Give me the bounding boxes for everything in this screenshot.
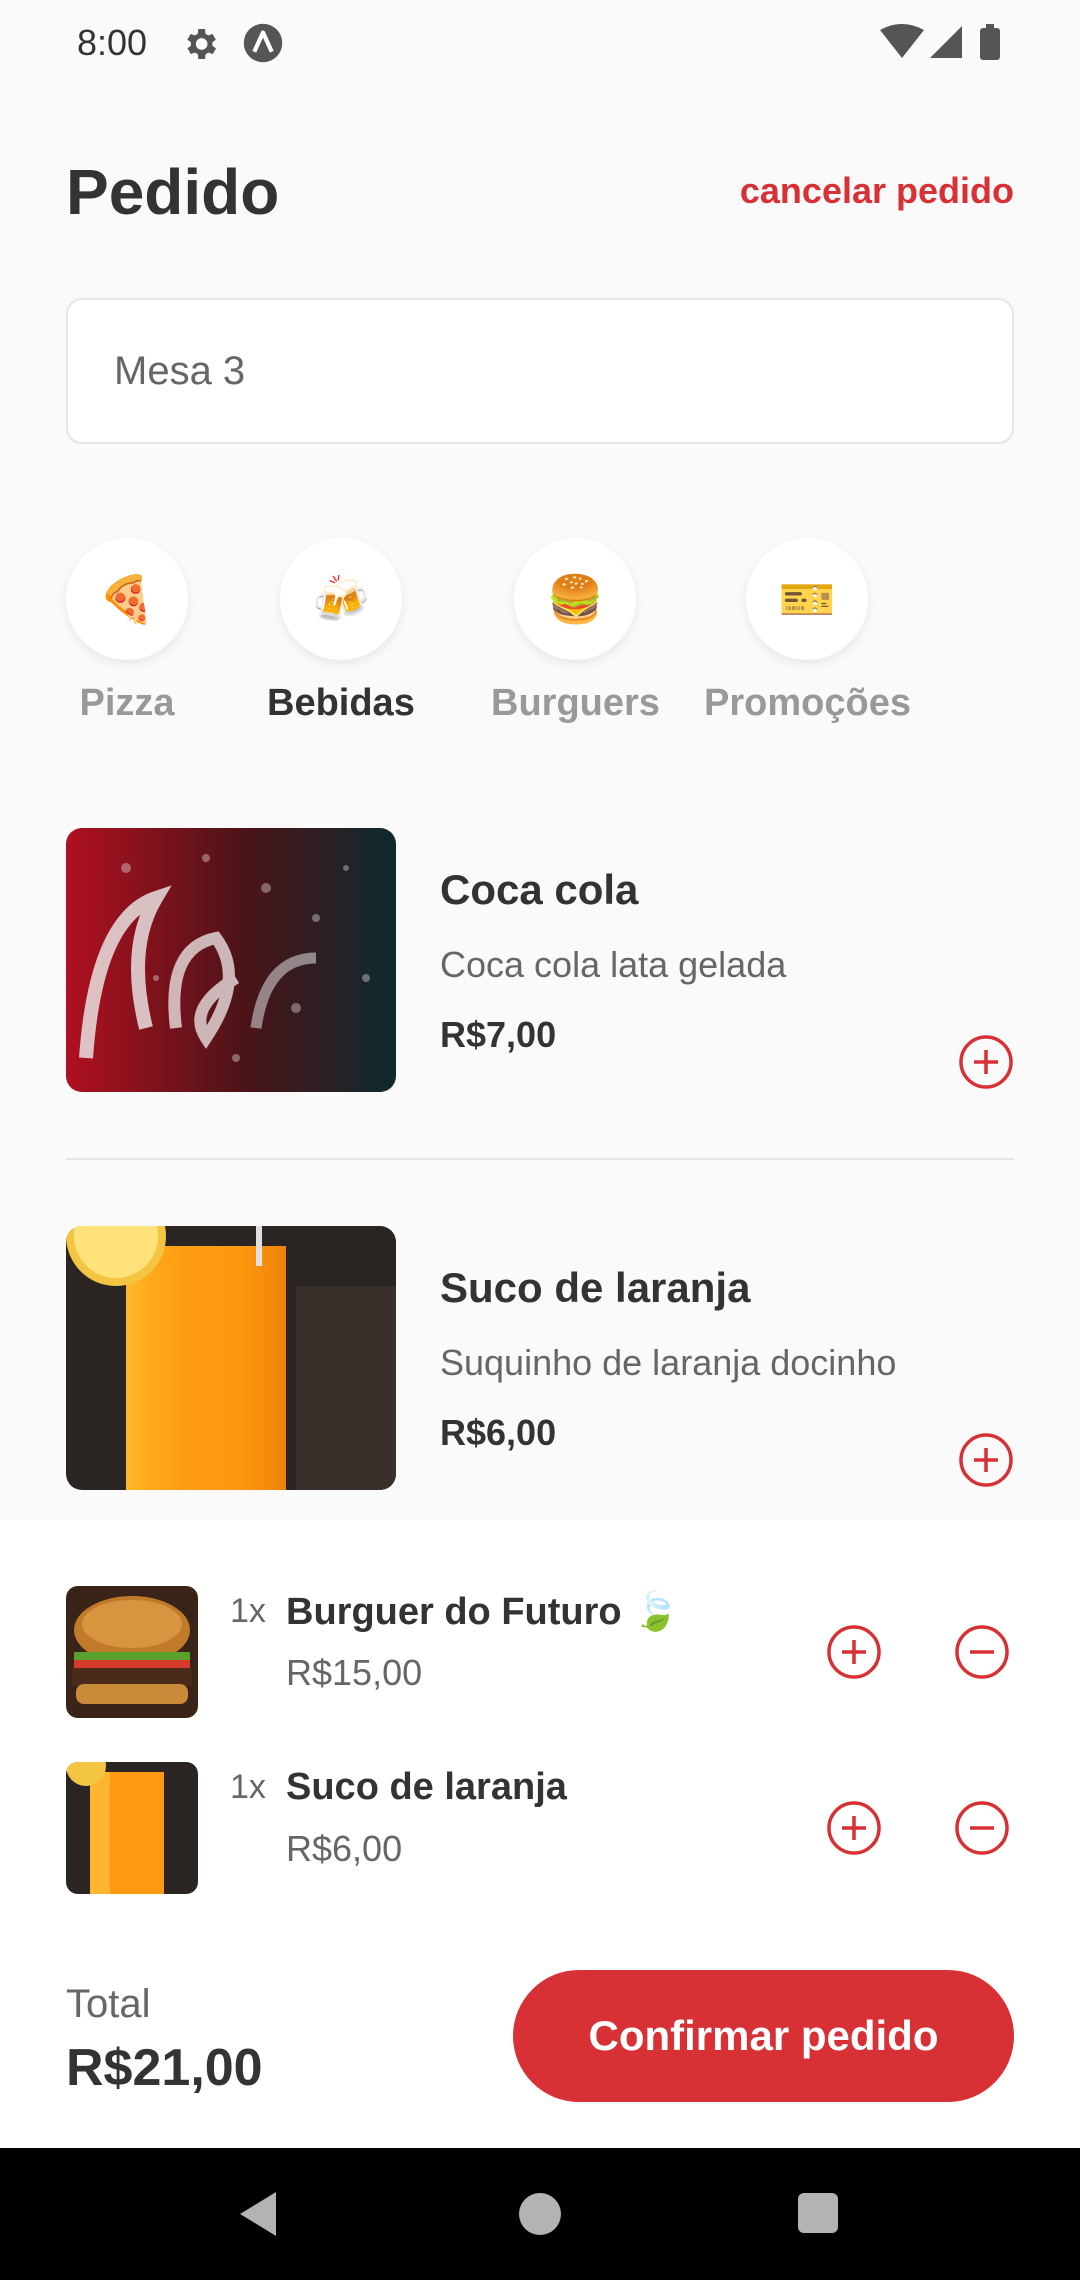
settings-icon	[187, 29, 216, 59]
back-icon[interactable]	[236, 2190, 280, 2238]
menu-item-name: Suco de laranja	[440, 1264, 751, 1311]
category-label: Promoções	[704, 682, 911, 724]
menu-item-description: Suquinho de laranja docinho	[440, 1342, 897, 1383]
category-pizza[interactable]: 🍕 Pizza	[66, 538, 188, 725]
total-label: Total	[66, 1982, 151, 2026]
cart-item-burguer-do-futuro: 1x Burguer do Futuro 🍃 R$15,00	[66, 1586, 1014, 1718]
category-bebidas[interactable]: 🍻 Bebidas	[267, 538, 415, 725]
cart-item-name: Burguer do Futuro 🍃	[286, 1591, 680, 1633]
confirm-order-button[interactable]: Confirmar pedido	[513, 1970, 1014, 2102]
cart-item-name: Suco de laranja	[286, 1766, 567, 1808]
category-promocoes[interactable]: 🎫 Promoções	[704, 538, 911, 725]
cart-item-price: R$15,00	[286, 1652, 423, 1693]
category-label: Pizza	[79, 682, 175, 724]
beer-mugs-icon: 🍻	[279, 538, 402, 660]
cart-item-quantity: 1x	[230, 1768, 266, 1806]
status-bar: 8:00	[0, 0, 1080, 86]
home-icon[interactable]	[519, 2193, 561, 2235]
menu-item-price: R$7,00	[440, 1014, 557, 1055]
coca-cola-image	[66, 828, 396, 1092]
orange-juice-image	[66, 1226, 396, 1490]
system-nav-bar	[0, 2148, 1080, 2280]
menu-item-name: Coca cola	[440, 866, 639, 913]
recent-apps-icon[interactable]	[798, 2193, 838, 2233]
category-label: Bebidas	[267, 682, 415, 724]
cart-item-quantity: 1x	[230, 1592, 266, 1630]
category-burguers[interactable]: 🍔 Burguers	[491, 538, 660, 725]
menu-item-coca-cola[interactable]: Coca cola Coca cola lata gelada R$7,00	[66, 828, 1014, 1092]
menu-item-suco-de-laranja[interactable]: Suco de laranja Suquinho de laranja doci…	[66, 1226, 1014, 1490]
add-circle-icon[interactable]	[958, 1034, 1014, 1090]
category-label: Burguers	[491, 682, 660, 724]
table-value: Mesa 3	[114, 348, 246, 393]
cart-item-price: R$6,00	[286, 1828, 403, 1869]
increase-quantity-icon[interactable]	[826, 1624, 882, 1680]
decrease-quantity-icon[interactable]	[954, 1624, 1010, 1680]
burger-icon: 🍔	[514, 538, 637, 660]
add-circle-icon[interactable]	[958, 1432, 1014, 1488]
menu-item-price: R$6,00	[440, 1412, 557, 1453]
status-time: 8:00	[77, 22, 148, 63]
menu-item-description: Coca cola lata gelada	[440, 944, 787, 985]
page-title: Pedido	[66, 156, 280, 228]
orange-juice-thumbnail	[66, 1762, 198, 1894]
table-field[interactable]: Mesa 3	[66, 298, 1014, 444]
status-indicators-icon	[880, 24, 1000, 60]
cart-item-suco-de-laranja: 1x Suco de laranja R$6,00	[66, 1762, 1014, 1894]
cancel-order-link[interactable]: cancelar pedido	[740, 170, 1014, 212]
app-notification-icon	[243, 23, 283, 63]
total-value: R$21,00	[66, 2039, 263, 2097]
ticket-icon: 🎫	[746, 538, 869, 660]
increase-quantity-icon[interactable]	[826, 1800, 882, 1856]
decrease-quantity-icon[interactable]	[954, 1800, 1010, 1856]
divider	[66, 1158, 1014, 1160]
burger-image	[66, 1586, 198, 1718]
pizza-icon: 🍕	[66, 538, 188, 660]
